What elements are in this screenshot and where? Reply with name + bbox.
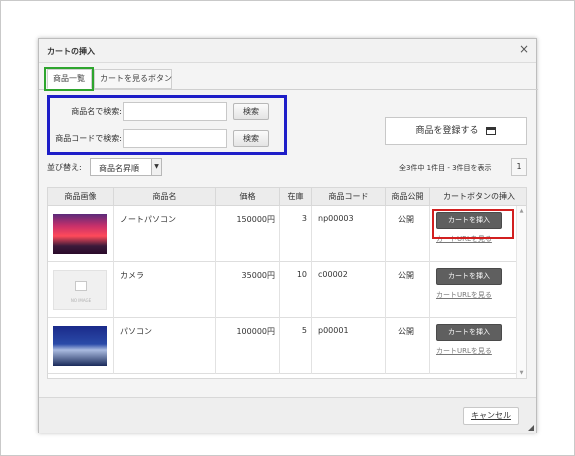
sort-select[interactable]: 商品名昇順 ▼ xyxy=(90,158,162,176)
resize-handle-icon[interactable] xyxy=(528,425,534,431)
tab-underline xyxy=(39,89,538,90)
cancel-button[interactable]: キャンセル xyxy=(463,407,519,425)
sort-label: 並び替え: xyxy=(47,163,82,172)
view-cart-url-link[interactable]: カートURLを見る xyxy=(436,290,492,300)
highlight-green-tab xyxy=(44,67,94,91)
product-price: 100000円 xyxy=(236,327,275,336)
th-public: 商品公開 xyxy=(386,188,430,206)
tab-view-cart-button[interactable]: カートを見るボタン xyxy=(94,69,172,89)
image-placeholder-icon xyxy=(75,281,87,291)
cell-public: 公開 xyxy=(386,206,430,262)
cell-image xyxy=(48,318,114,374)
product-image-forest xyxy=(53,326,107,366)
register-label: 商品を登録する xyxy=(415,126,479,136)
product-price: 35000円 xyxy=(241,271,275,280)
th-price: 価格 xyxy=(216,188,280,206)
table-scrollbar[interactable]: ▲ ▼ xyxy=(516,206,526,378)
cell-code: c00002 xyxy=(312,262,386,318)
product-stock: 3 xyxy=(301,214,307,223)
dialog-titlebar: カートの挿入 × xyxy=(39,39,536,63)
cell-code: p00001 xyxy=(312,318,386,374)
product-public: 公開 xyxy=(398,327,414,336)
product-stock: 5 xyxy=(301,326,307,335)
cell-name: ノートパソコン xyxy=(114,206,216,262)
cell-price: 150000円 xyxy=(216,206,280,262)
cell-name: パソコン xyxy=(114,318,216,374)
table-row: パソコン 100000円 5 p00001 公開 カートを挿入 カートURLを見… xyxy=(48,318,526,374)
product-stock: 10 xyxy=(296,270,307,279)
highlight-red-cart-button xyxy=(432,209,514,239)
product-price: 150000円 xyxy=(236,215,275,224)
register-product-button[interactable]: 商品を登録する xyxy=(385,117,527,145)
scroll-up-icon[interactable]: ▲ xyxy=(517,206,526,216)
th-stock: 在庫 xyxy=(280,188,312,206)
th-code: 商品コード xyxy=(312,188,386,206)
page-button[interactable]: 1 xyxy=(511,158,527,176)
dialog-title: カートの挿入 xyxy=(47,47,95,56)
product-public: 公開 xyxy=(398,271,414,280)
cell-cart: カートを挿入 カートURLを見る xyxy=(430,318,518,374)
noimage-label: NO IMAGE xyxy=(70,298,92,303)
table-row: NO IMAGE カメラ 35000円 10 c00002 公開 カートを挿入 … xyxy=(48,262,526,318)
insert-cart-button[interactable]: カートを挿入 xyxy=(436,324,502,341)
cell-stock: 10 xyxy=(280,262,312,318)
sort-selected-value: 商品名昇順 xyxy=(99,164,139,173)
cell-name: カメラ xyxy=(114,262,216,318)
cell-public: 公開 xyxy=(386,318,430,374)
cell-public: 公開 xyxy=(386,262,430,318)
cell-stock: 3 xyxy=(280,206,312,262)
highlight-blue-search xyxy=(47,95,287,155)
insert-cart-dialog: カートの挿入 × 商品一覧 カートを見るボタン 商品名で検索: 検索 商品コード… xyxy=(38,38,538,433)
th-image: 商品画像 xyxy=(48,188,114,206)
table-header: 商品画像 商品名 価格 在庫 商品コード 商品公開 カートボタンの挿入 xyxy=(48,188,526,206)
cell-image xyxy=(48,206,114,262)
chevron-down-icon: ▼ xyxy=(151,159,161,175)
scroll-down-icon[interactable]: ▼ xyxy=(517,368,526,378)
window-icon xyxy=(486,126,497,135)
view-cart-url-link[interactable]: カートURLを見る xyxy=(436,346,492,356)
product-code: np00003 xyxy=(318,214,354,223)
th-cart-insert: カートボタンの挿入 xyxy=(443,192,515,201)
close-icon[interactable]: × xyxy=(519,42,529,56)
dialog-footer: キャンセル xyxy=(39,397,536,433)
product-code: c00002 xyxy=(318,270,348,279)
product-code: p00001 xyxy=(318,326,349,335)
cell-price: 35000円 xyxy=(216,262,280,318)
product-image-sunset xyxy=(53,214,107,254)
product-image-noimage: NO IMAGE xyxy=(53,270,107,310)
product-name: ノートパソコン xyxy=(120,215,176,224)
cell-price: 100000円 xyxy=(216,318,280,374)
cell-image: NO IMAGE xyxy=(48,262,114,318)
product-public: 公開 xyxy=(398,215,414,224)
cell-code: np00003 xyxy=(312,206,386,262)
cell-stock: 5 xyxy=(280,318,312,374)
product-name: カメラ xyxy=(120,271,144,280)
result-count: 全3件中 1件目 - 3件目を表示 xyxy=(399,164,492,172)
th-name: 商品名 xyxy=(114,188,216,206)
product-name: パソコン xyxy=(120,327,152,336)
insert-cart-button[interactable]: カートを挿入 xyxy=(436,268,502,285)
cell-cart: カートを挿入 カートURLを見る xyxy=(430,262,518,318)
